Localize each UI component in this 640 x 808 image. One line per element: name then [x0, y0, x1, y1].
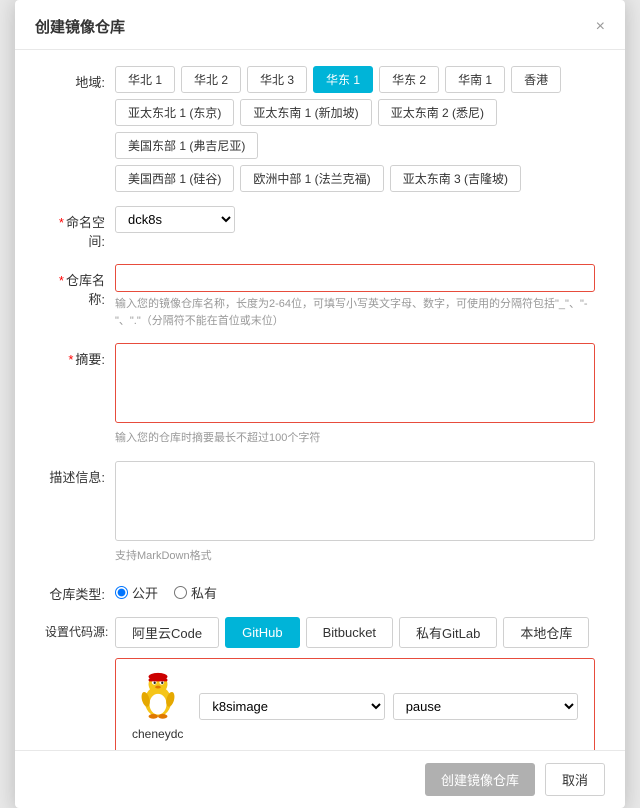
region-grid-3: 美国西部 1 (硅谷) 欧洲中部 1 (法兰克福) 亚太东南 3 (吉隆坡): [115, 165, 595, 192]
summary-label: 摘要:: [45, 343, 115, 368]
region-btn-virginia[interactable]: 美国东部 1 (弗吉尼亚): [115, 132, 258, 159]
region-btn-silicon[interactable]: 美国西部 1 (硅谷): [115, 165, 234, 192]
region-grid-1: 华北 1 华北 2 华北 3 华东 1 华东 2 华南 1 香港: [115, 66, 595, 93]
github-logo-area: cheneydc: [132, 671, 183, 741]
namespace-row: 命名空间: dck8s: [45, 206, 595, 250]
desc-hint: 支持MarkDown格式: [115, 548, 595, 565]
namespace-label: 命名空间:: [45, 206, 115, 250]
region-btn-tokyo[interactable]: 亚太东北 1 (东京): [115, 99, 234, 126]
source-private-gitlab[interactable]: 私有GitLab: [399, 617, 497, 648]
source-local[interactable]: 本地仓库: [503, 617, 589, 648]
repo-name-input[interactable]: [115, 264, 595, 292]
region-btn-huanan1[interactable]: 华南 1: [445, 66, 505, 93]
cancel-button[interactable]: 取消: [545, 763, 605, 796]
region-btn-huabei1[interactable]: 华北 1: [115, 66, 175, 93]
repo-type-radio-group: 公开 私有: [115, 578, 595, 602]
region-btn-singapore[interactable]: 亚太东南 1 (新加坡): [240, 99, 371, 126]
region-btn-frankfurt[interactable]: 欧洲中部 1 (法兰克福): [240, 165, 383, 192]
repo-type-content: 公开 私有: [115, 578, 595, 602]
repo-name-select[interactable]: k8simage: [199, 693, 384, 720]
region-btn-xianggang[interactable]: 香港: [511, 66, 561, 93]
region-btn-kl[interactable]: 亚太东南 3 (吉隆坡): [390, 165, 521, 192]
region-btn-huabei3[interactable]: 华北 3: [247, 66, 307, 93]
summary-textarea[interactable]: [115, 343, 595, 423]
region-content: 华北 1 华北 2 华北 3 华东 1 华东 2 华南 1 香港 亚太东北 1 …: [115, 66, 595, 192]
namespace-select[interactable]: dck8s: [115, 206, 235, 233]
create-mirror-dialog: 创建镜像仓库 × 地域: 华北 1 华北 2 华北 3 华东 1 华东 2 华南…: [15, 0, 625, 808]
repo-name-hint: 输入您的镜像仓库名称，长度为2-64位，可填写小写英文字母、数字，可使用的分隔符…: [115, 296, 595, 329]
repo-name-content: 输入您的镜像仓库名称，长度为2-64位，可填写小写英文字母、数字，可使用的分隔符…: [115, 264, 595, 329]
code-source-label: 设置代码源:: [45, 617, 115, 640]
code-source-row: 设置代码源: 阿里云Code GitHub Bitbucket 私有GitLab…: [45, 617, 595, 750]
dialog-body: 地域: 华北 1 华北 2 华北 3 华东 1 华东 2 华南 1 香港 亚太东…: [15, 50, 625, 750]
summary-content: 输入您的仓库时摘要最长不超过100个字符: [115, 343, 595, 447]
desc-row: 描述信息: 支持MarkDown格式: [45, 461, 595, 565]
region-btn-huadong2[interactable]: 华东 2: [379, 66, 439, 93]
region-label: 地域:: [45, 66, 115, 91]
region-row: 地域: 华北 1 华北 2 华北 3 华东 1 华东 2 华南 1 香港 亚太东…: [45, 66, 595, 192]
source-aliyun[interactable]: 阿里云Code: [115, 617, 219, 648]
repo-type-row: 仓库类型: 公开 私有: [45, 578, 595, 603]
dialog-header: 创建镜像仓库 ×: [15, 0, 625, 50]
region-btn-huabei2[interactable]: 华北 2: [181, 66, 241, 93]
radio-private-input[interactable]: [174, 586, 187, 599]
repo-name-row: 仓库名称: 输入您的镜像仓库名称，长度为2-64位，可填写小写英文字母、数字，可…: [45, 264, 595, 329]
create-button[interactable]: 创建镜像仓库: [425, 763, 535, 796]
region-btn-huadong1[interactable]: 华东 1: [313, 66, 373, 93]
summary-hint: 输入您的仓库时摘要最长不超过100个字符: [115, 430, 595, 447]
desc-textarea[interactable]: [115, 461, 595, 541]
radio-public[interactable]: 公开: [115, 583, 158, 602]
dialog-title: 创建镜像仓库: [35, 16, 125, 37]
radio-private[interactable]: 私有: [174, 583, 217, 602]
radio-private-label: 私有: [191, 583, 217, 602]
source-bitbucket[interactable]: Bitbucket: [306, 617, 393, 648]
radio-public-label: 公开: [132, 583, 158, 602]
radio-public-input[interactable]: [115, 586, 128, 599]
tux-icon: [134, 671, 182, 723]
repo-type-label: 仓库类型:: [45, 578, 115, 603]
source-buttons: 阿里云Code GitHub Bitbucket 私有GitLab 本地仓库: [115, 617, 595, 648]
close-icon[interactable]: ×: [596, 19, 605, 35]
desc-content: 支持MarkDown格式: [115, 461, 595, 565]
region-grid-2: 亚太东北 1 (东京) 亚太东南 1 (新加坡) 亚太东南 2 (悉尼) 美国东…: [115, 99, 595, 159]
repo-branch-select[interactable]: pause: [393, 693, 578, 720]
github-username: cheneydc: [132, 727, 183, 741]
dialog-footer: 创建镜像仓库 取消: [15, 750, 625, 808]
github-source-box: cheneydc k8simage pause: [115, 658, 595, 750]
namespace-content: dck8s: [115, 206, 595, 233]
summary-row: 摘要: 输入您的仓库时摘要最长不超过100个字符: [45, 343, 595, 447]
repo-selects: k8simage pause: [199, 693, 578, 720]
region-btn-sydney[interactable]: 亚太东南 2 (悉尼): [378, 99, 497, 126]
repo-name-label: 仓库名称:: [45, 264, 115, 308]
desc-label: 描述信息:: [45, 461, 115, 486]
code-source-content: 阿里云Code GitHub Bitbucket 私有GitLab 本地仓库: [115, 617, 595, 750]
source-github[interactable]: GitHub: [225, 617, 299, 648]
